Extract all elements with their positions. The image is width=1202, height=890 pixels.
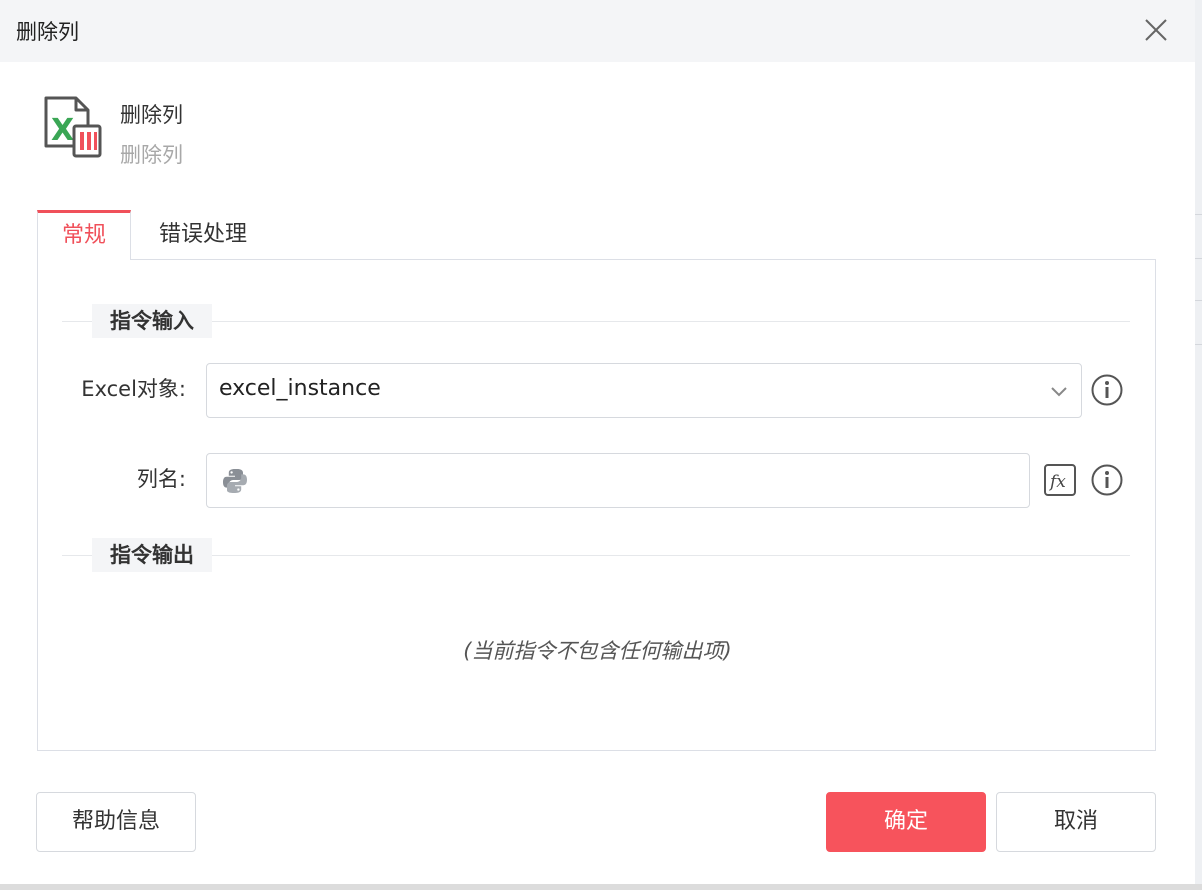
help-button[interactable]: 帮助信息 (36, 792, 196, 852)
info-icon[interactable] (1090, 373, 1124, 407)
tab-general[interactable]: 常规 (37, 210, 131, 260)
input-section-title: 指令输入 (92, 304, 212, 338)
section-divider (62, 555, 1130, 556)
column-name-label: 列名: (136, 467, 186, 491)
column-name-input[interactable] (206, 453, 1030, 508)
close-icon (1145, 19, 1167, 41)
close-button[interactable] (1140, 14, 1172, 46)
excel-object-label: Excel对象: (81, 377, 186, 401)
tab-error-handling[interactable]: 错误处理 (140, 210, 266, 260)
dialog: 删除列 X 删除列 删除列 常规 错误处理 指令输入 Excel对象: exce… (0, 0, 1195, 884)
excel-delete-column-icon: X (40, 94, 104, 162)
command-name: 删除列 (120, 103, 183, 127)
dialog-titlebar: 删除列 (0, 0, 1195, 62)
confirm-button[interactable]: 确定 (826, 792, 986, 852)
excel-object-value: excel_instance (219, 376, 381, 401)
cancel-button[interactable]: 取消 (996, 792, 1156, 852)
svg-text:fx: fx (1048, 472, 1066, 492)
output-section-title: 指令输出 (92, 538, 212, 572)
info-icon[interactable] (1090, 463, 1124, 497)
python-icon (223, 469, 247, 493)
dialog-title: 删除列 (16, 20, 79, 44)
empty-output-message: (当前指令不包含任何输出项) (463, 639, 732, 663)
expression-button[interactable]: fx (1043, 463, 1077, 497)
svg-text:X: X (51, 113, 74, 148)
excel-object-select[interactable]: excel_instance (206, 363, 1082, 418)
section-divider (62, 321, 1130, 322)
background-window-edge (1195, 0, 1202, 890)
chevron-down-icon (1051, 387, 1067, 397)
fx-icon: fx (1044, 464, 1076, 496)
dialog-bottom-edge (0, 884, 1202, 890)
command-subtitle: 删除列 (120, 143, 183, 167)
